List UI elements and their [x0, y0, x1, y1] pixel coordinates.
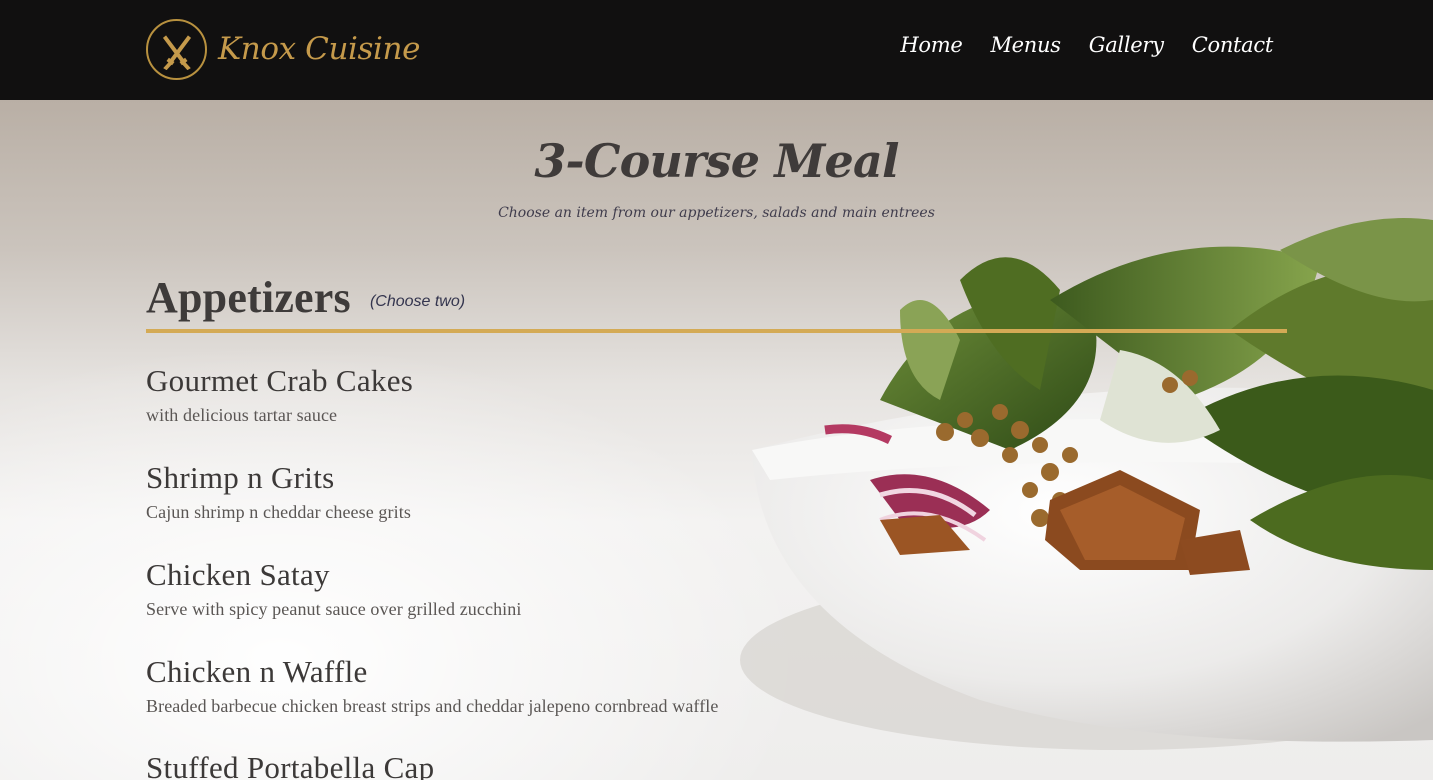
menu-item: Gourmet Crab Cakes with delicious tartar… — [146, 365, 413, 426]
menu-item-description: Cajun shrimp n cheddar cheese grits — [146, 502, 411, 522]
page-subtitle: Choose an item from our appetizers, sala… — [498, 205, 935, 221]
main-nav: Home Menus Gallery Contact — [900, 33, 1274, 57]
menu-item: Stuffed Portabella Cap — [146, 752, 434, 780]
menu-item: Chicken n Waffle Breaded barbecue chicke… — [146, 656, 719, 717]
crossed-knives-icon — [146, 19, 207, 80]
nav-contact[interactable]: Contact — [1192, 33, 1274, 57]
section-title: Appetizers — [146, 273, 351, 322]
nav-home[interactable]: Home — [900, 33, 962, 57]
menu-item-name: Gourmet Crab Cakes — [146, 363, 414, 398]
menu-item-name: Shrimp n Grits — [146, 460, 335, 495]
appetizers-heading: Appetizers (Choose two) — [146, 276, 1287, 320]
menu-item-description: with delicious tartar sauce — [146, 405, 338, 425]
menu-item: Shrimp n Grits Cajun shrimp n cheddar ch… — [146, 462, 411, 523]
nav-menus[interactable]: Menus — [990, 33, 1061, 57]
page-title: 3-Course Meal — [534, 134, 899, 188]
menu-item-name: Chicken n Waffle — [146, 654, 368, 689]
menu-item: Chicken Satay Serve with spicy peanut sa… — [146, 559, 521, 620]
brand-name: Knox Cuisine — [218, 31, 421, 67]
nav-gallery[interactable]: Gallery — [1089, 33, 1164, 57]
section-note: (Choose two) — [369, 293, 466, 310]
section-divider — [146, 329, 1287, 333]
menu-item-name: Stuffed Portabella Cap — [146, 750, 435, 780]
menu-item-name: Chicken Satay — [146, 557, 330, 592]
site-header: Knox Cuisine Home Menus Gallery Contact — [0, 0, 1433, 100]
menu-item-description: Breaded barbecue chicken breast strips a… — [146, 696, 719, 716]
menu-item-description: Serve with spicy peanut sauce over grill… — [146, 599, 522, 619]
brand-logo-link[interactable]: Knox Cuisine — [146, 19, 420, 80]
